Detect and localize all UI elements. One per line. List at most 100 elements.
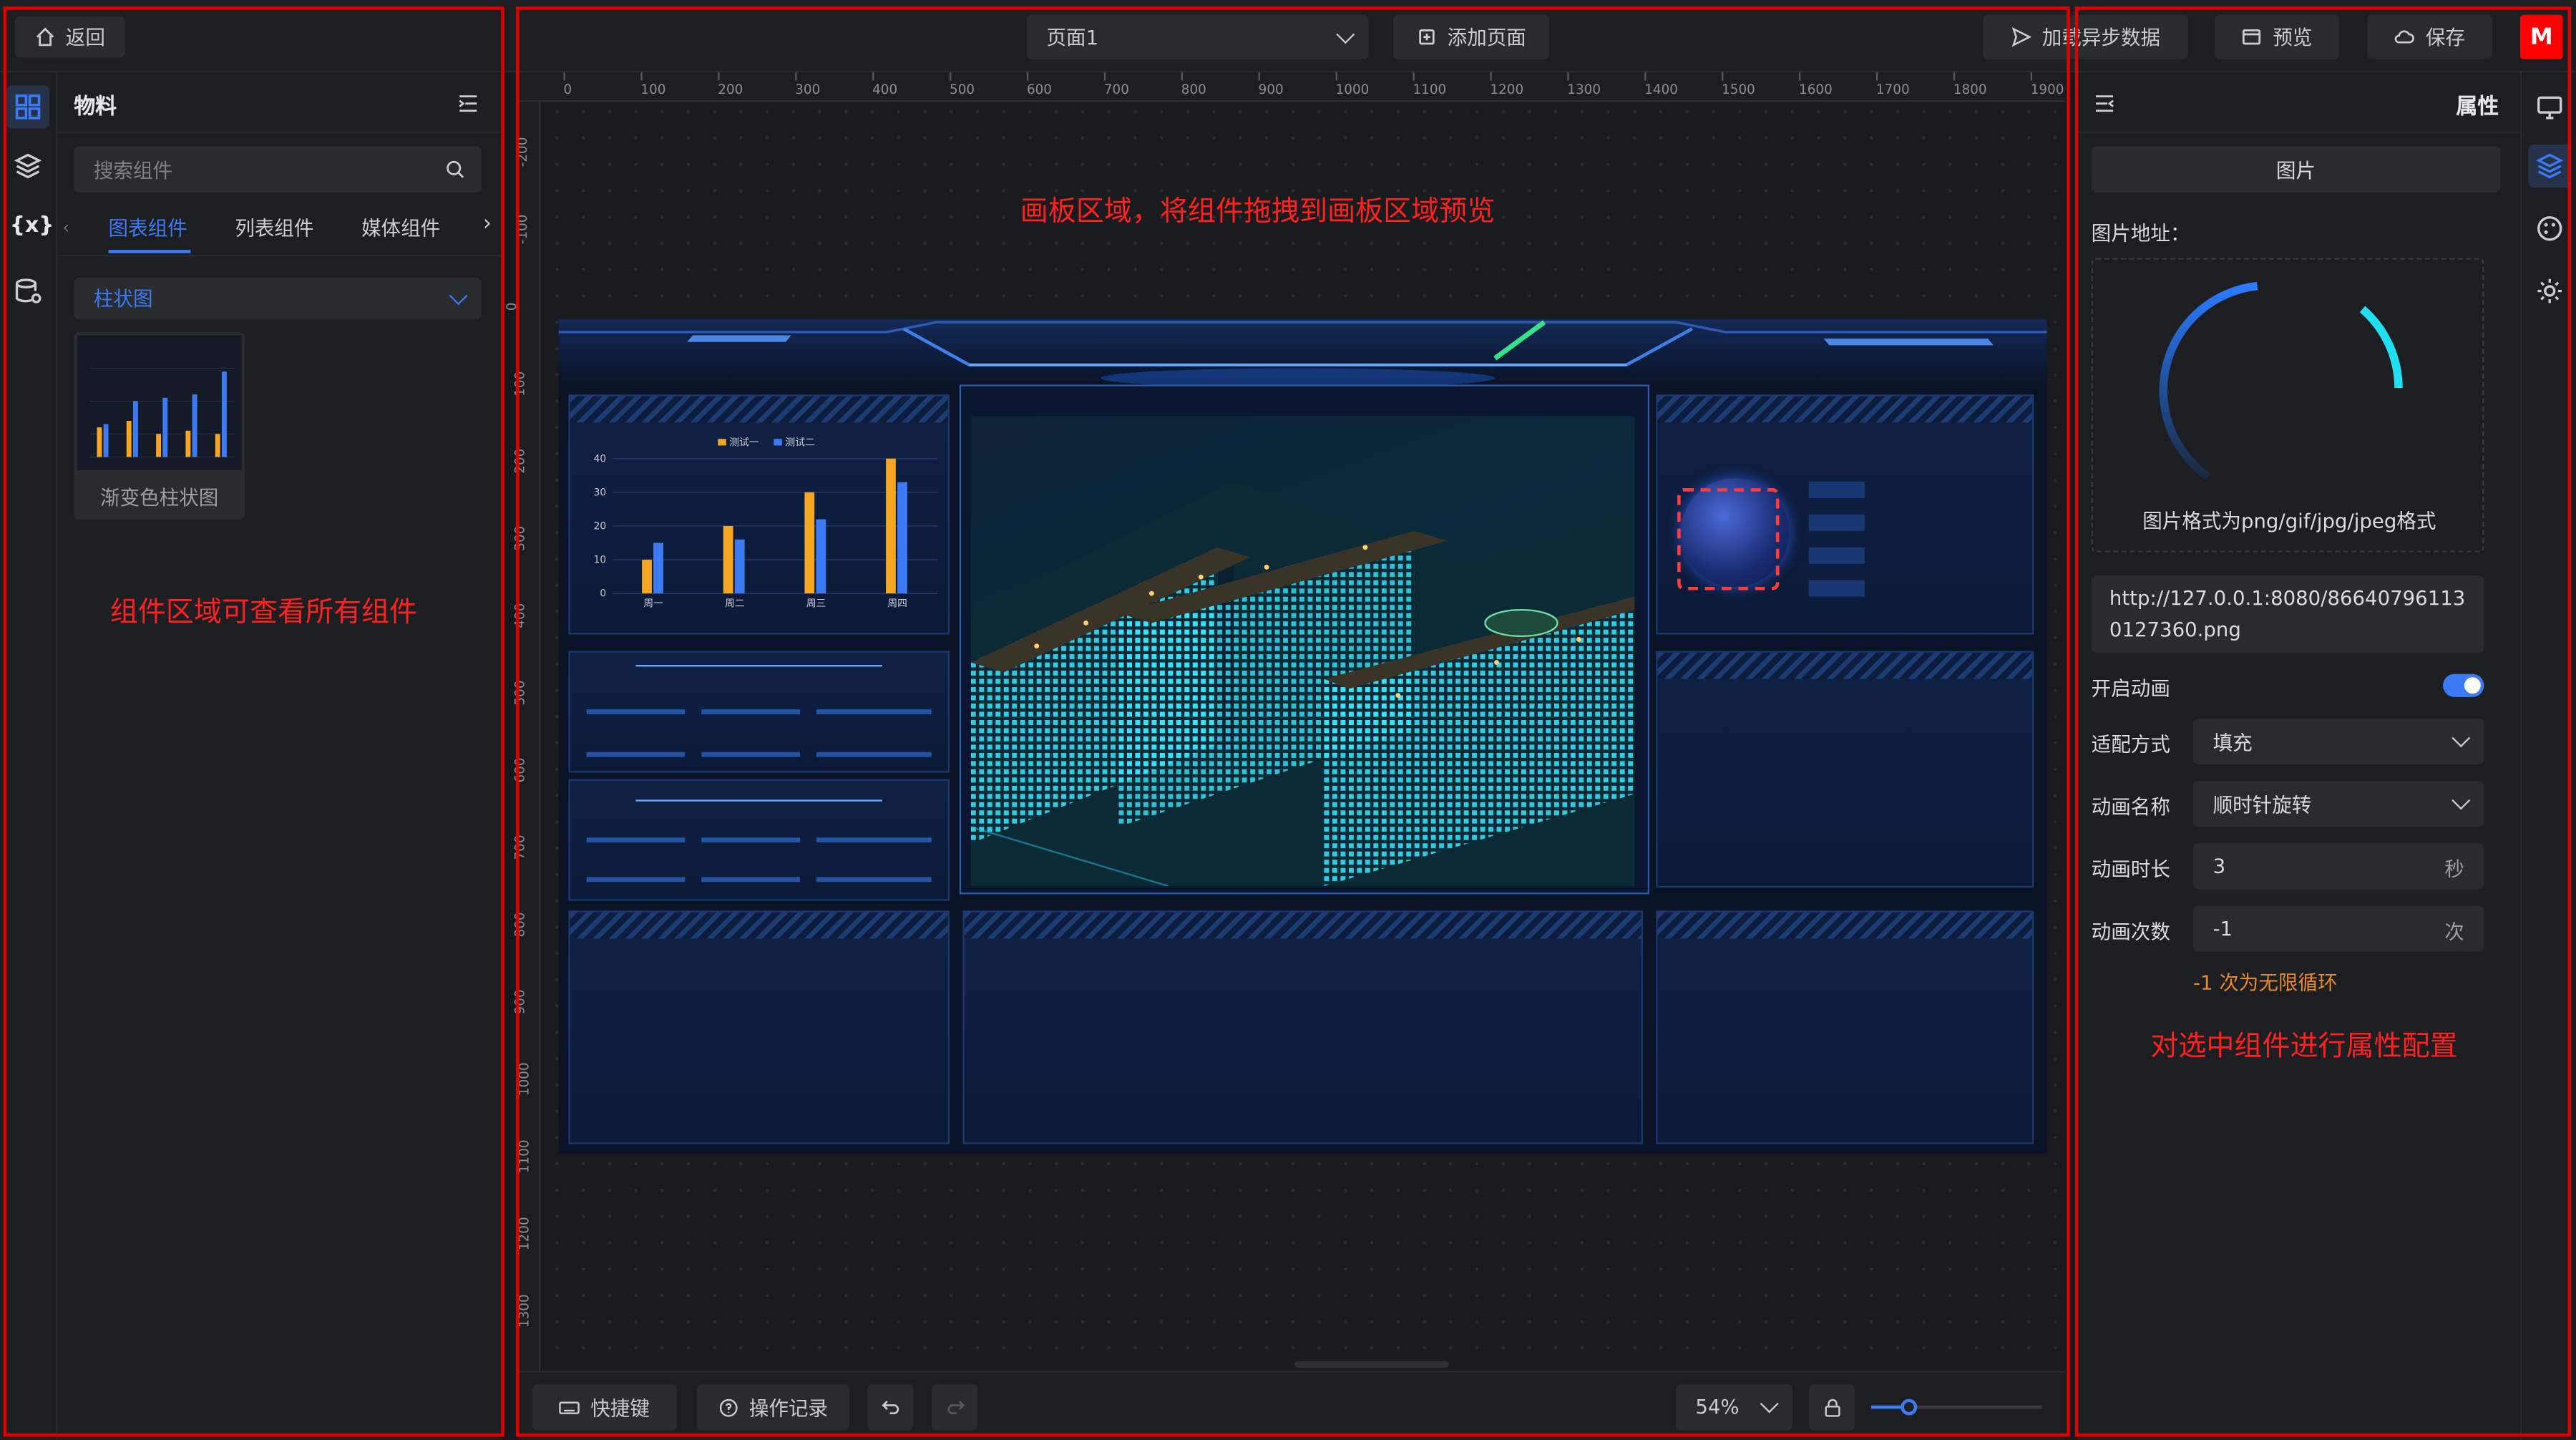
- ruler-x-line: [563, 72, 565, 81]
- canvas-annotation: 画板区域，将组件拖拽到画板区域预览: [1020, 195, 1496, 229]
- tabs-prev-icon[interactable]: ‹: [62, 217, 69, 238]
- panel-decoration: [586, 665, 932, 757]
- properties-tab[interactable]: [2528, 145, 2572, 188]
- ruler-y-tick: 500: [512, 680, 528, 706]
- component-card-gradient-bar[interactable]: 渐变色柱状图: [74, 331, 245, 520]
- search-icon: [447, 160, 464, 178]
- divider: [2077, 131, 2520, 134]
- legend-label: 测试一: [729, 437, 759, 448]
- panel-right-middle: [1656, 651, 2034, 888]
- ruler-x-tick: 900: [1258, 82, 1284, 97]
- tab-chart-components[interactable]: 图表组件: [109, 214, 187, 242]
- ruler-x-line: [1644, 72, 1646, 81]
- monitor-icon[interactable]: [2535, 92, 2565, 122]
- load-async-label: 加载异步数据: [2041, 26, 2161, 49]
- add-page-icon: [1419, 29, 1435, 45]
- gear-icon[interactable]: [2535, 276, 2565, 306]
- avatar[interactable]: M: [2519, 14, 2563, 59]
- image-url-label: 图片地址：: [2091, 222, 2190, 245]
- y-tick-label: 30: [594, 487, 607, 498]
- variables-icon[interactable]: {x}: [10, 214, 54, 238]
- components-tab[interactable]: [6, 85, 49, 129]
- panel-left-middle-1: [568, 651, 950, 773]
- ruler-x-tick: 100: [640, 82, 666, 97]
- category-select[interactable]: 柱状图: [74, 278, 482, 319]
- fit-mode-select[interactable]: 填充: [2193, 718, 2484, 765]
- send-icon: [2011, 26, 2032, 47]
- ruler-x-tick: 600: [1026, 82, 1053, 97]
- city-image-frame[interactable]: [959, 384, 1650, 895]
- redo-button[interactable]: [931, 1383, 978, 1431]
- shortcuts-label: 快捷键: [590, 1396, 650, 1420]
- collapse-icon[interactable]: [457, 92, 479, 115]
- fit-mode-label: 适配方式: [2091, 733, 2170, 757]
- ruler-x-line: [1413, 72, 1415, 81]
- tabs-next-icon[interactable]: ›: [483, 212, 492, 236]
- panel-decoration: [586, 799, 932, 882]
- toggle-knob: [2464, 677, 2481, 694]
- undo-button[interactable]: [867, 1383, 914, 1431]
- image-url-input[interactable]: http://127.0.0.1:8080/866407961130127360…: [2091, 575, 2484, 653]
- x-tick-label: 周二: [725, 598, 745, 610]
- preview-button[interactable]: 预览: [2214, 14, 2340, 59]
- image-upload-area[interactable]: 图片格式为png/gif/jpg/jpeg格式: [2091, 258, 2484, 553]
- ruler-x-tick: 0: [563, 82, 572, 97]
- properties-title: 属性: [2456, 95, 2499, 120]
- animation-toggle[interactable]: [2443, 673, 2484, 697]
- ruler-y: -200 -100 0 100 200 300 400 500 600 700 800 900 1000…: [504, 102, 541, 1371]
- data-source-icon[interactable]: [13, 276, 42, 306]
- animation-count-input[interactable]: -1 次: [2193, 905, 2484, 952]
- zoom-select[interactable]: 54%: [1675, 1383, 1792, 1431]
- history-button[interactable]: 操作记录: [696, 1383, 849, 1431]
- right-rail: [2519, 72, 2576, 1440]
- animation-name-select[interactable]: 顺时针旋转: [2193, 780, 2484, 827]
- add-page-button[interactable]: 添加页面: [1392, 14, 1550, 59]
- expand-icon[interactable]: [2093, 92, 2116, 115]
- active-tab-indicator: [108, 250, 191, 253]
- y-tick-label: 10: [594, 555, 607, 566]
- save-button[interactable]: 保存: [2367, 14, 2492, 59]
- zoom-slider[interactable]: [1871, 1398, 2042, 1416]
- fit-mode-value: 填充: [2212, 730, 2253, 754]
- bar: [642, 560, 652, 594]
- animation-duration-input[interactable]: 3 秒: [2193, 843, 2484, 890]
- chevron-down-icon: [1760, 1394, 1779, 1414]
- bar: [723, 525, 733, 594]
- back-button[interactable]: 返回: [14, 16, 125, 58]
- ruler-x-tick: 1900: [2030, 82, 2064, 97]
- ruler-x-line: [1103, 72, 1106, 81]
- back-label: 返回: [65, 26, 105, 49]
- redo-icon: [947, 1399, 964, 1414]
- search-input[interactable]: 搜索组件: [74, 146, 482, 193]
- ruler-x: 0 100 200 300 400 500 600 700 800 900 1000 1100 1200…: [517, 72, 2065, 102]
- ruler-y-tick: -100: [514, 214, 530, 245]
- lock-button[interactable]: [1808, 1383, 1855, 1431]
- panel-header: [1657, 912, 2033, 939]
- home-icon: [36, 27, 54, 47]
- page-select[interactable]: 页面1: [1026, 14, 1369, 59]
- ruler-x-tick: 1400: [1644, 82, 1678, 97]
- canvas-scrollbar[interactable]: [1294, 1361, 1449, 1368]
- tab-media-components[interactable]: 媒体组件: [361, 214, 440, 242]
- ruler-x-line: [872, 72, 874, 81]
- dashboard-preview[interactable]: 0 10 20 30 40 测试一 测试二 周一 周二 周三 周四: [558, 318, 2047, 1154]
- shortcuts-button[interactable]: 快捷键: [532, 1383, 677, 1431]
- bottom-bar: 快捷键 操作记录 54%: [517, 1371, 2065, 1440]
- panel-right-top[interactable]: [1656, 394, 2034, 635]
- load-async-data-button[interactable]: 加载异步数据: [1983, 14, 2189, 59]
- panel-decoration: [1808, 481, 1865, 597]
- help-circle-icon: [719, 1398, 738, 1416]
- palette-icon[interactable]: [2535, 214, 2565, 243]
- left-rail: {x}: [0, 72, 58, 1440]
- search-placeholder: 搜索组件: [93, 158, 173, 182]
- ruler-x-line: [1335, 72, 1337, 81]
- zoom-slider-handle[interactable]: [1901, 1398, 1918, 1416]
- ruler-x-line: [1026, 72, 1029, 81]
- history-label: 操作记录: [748, 1396, 829, 1420]
- chart-panel[interactable]: 0 10 20 30 40 测试一 测试二 周一 周二 周三 周四: [568, 394, 950, 635]
- ruler-y-tick: 600: [512, 757, 528, 783]
- tab-list-components[interactable]: 列表组件: [235, 214, 313, 242]
- layers-icon[interactable]: [13, 151, 42, 180]
- properties-panel: 属性 图片 图片地址： 图片格式为png/gif/jpg/jpeg格式 http…: [2077, 72, 2520, 1440]
- ruler-x-line: [1567, 72, 1569, 81]
